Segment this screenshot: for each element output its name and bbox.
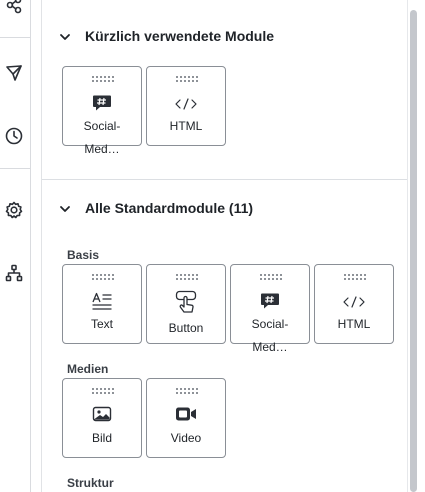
group-label-medien: Medien xyxy=(67,362,109,376)
module-tile-bild[interactable]: Bild xyxy=(62,378,142,458)
module-label-continued: Med… xyxy=(84,142,120,156)
drag-handle-icon[interactable] xyxy=(92,76,114,82)
chevron-down-icon xyxy=(59,202,71,214)
share-icon[interactable] xyxy=(3,0,25,16)
module-tile-button[interactable]: Button xyxy=(146,264,226,344)
drag-handle-icon[interactable] xyxy=(260,274,282,280)
recent-section-title: Kürzlich verwendete Module xyxy=(85,28,275,44)
module-label: Social- xyxy=(251,317,289,331)
module-label: Text xyxy=(90,317,113,331)
module-tile-html[interactable]: HTML xyxy=(146,66,226,146)
module-label: Video xyxy=(170,431,202,445)
standard-section-title: Alle Standardmodule (11) xyxy=(85,200,254,216)
group-label-struktur: Struktur xyxy=(67,476,114,490)
drag-handle-icon[interactable] xyxy=(92,388,114,394)
module-tile-social[interactable]: Social- Med… xyxy=(62,66,142,156)
module-tile-social[interactable]: Social- Med… xyxy=(230,264,310,354)
standard-section-header[interactable]: Alle Standardmodule (11) xyxy=(42,198,408,218)
code-icon xyxy=(147,97,225,111)
module-label: HTML xyxy=(169,119,203,133)
settings-icon[interactable] xyxy=(3,199,25,221)
rail-divider xyxy=(0,37,30,38)
button-icon xyxy=(147,290,225,314)
send-icon[interactable] xyxy=(3,62,25,84)
history-icon[interactable] xyxy=(3,125,25,147)
text-icon xyxy=(63,292,141,312)
drag-handle-icon[interactable] xyxy=(344,274,366,280)
module-label: HTML xyxy=(337,317,371,331)
module-label: Bild xyxy=(91,431,112,445)
left-icon-rail xyxy=(0,0,30,492)
image-icon xyxy=(63,406,141,422)
section-divider xyxy=(42,179,408,180)
drag-handle-icon[interactable] xyxy=(176,388,198,394)
drag-handle-icon[interactable] xyxy=(92,274,114,280)
chevron-down-icon xyxy=(59,30,71,42)
hashtag-chat-icon xyxy=(63,94,141,112)
module-tile-html[interactable]: HTML xyxy=(314,264,394,344)
drag-handle-icon[interactable] xyxy=(176,76,198,82)
drag-handle-icon[interactable] xyxy=(176,274,198,280)
module-label-continued: Med… xyxy=(252,340,288,354)
group-label-basis: Basis xyxy=(67,248,100,262)
code-icon xyxy=(315,295,393,309)
module-label: Button xyxy=(168,321,204,335)
rail-divider xyxy=(0,168,30,169)
hashtag-chat-icon xyxy=(231,292,309,310)
module-tile-text[interactable]: Text xyxy=(62,264,142,344)
module-tile-video[interactable]: Video xyxy=(146,378,226,458)
video-icon xyxy=(147,406,225,422)
sitemap-icon[interactable] xyxy=(3,262,25,284)
module-label: Social- xyxy=(83,119,121,133)
rail-border xyxy=(30,0,31,492)
module-panel: Kürzlich verwendete Module Alle Standard… xyxy=(41,0,408,492)
scrollbar-thumb[interactable] xyxy=(410,10,417,492)
recent-section-header[interactable]: Kürzlich verwendete Module xyxy=(42,26,408,46)
